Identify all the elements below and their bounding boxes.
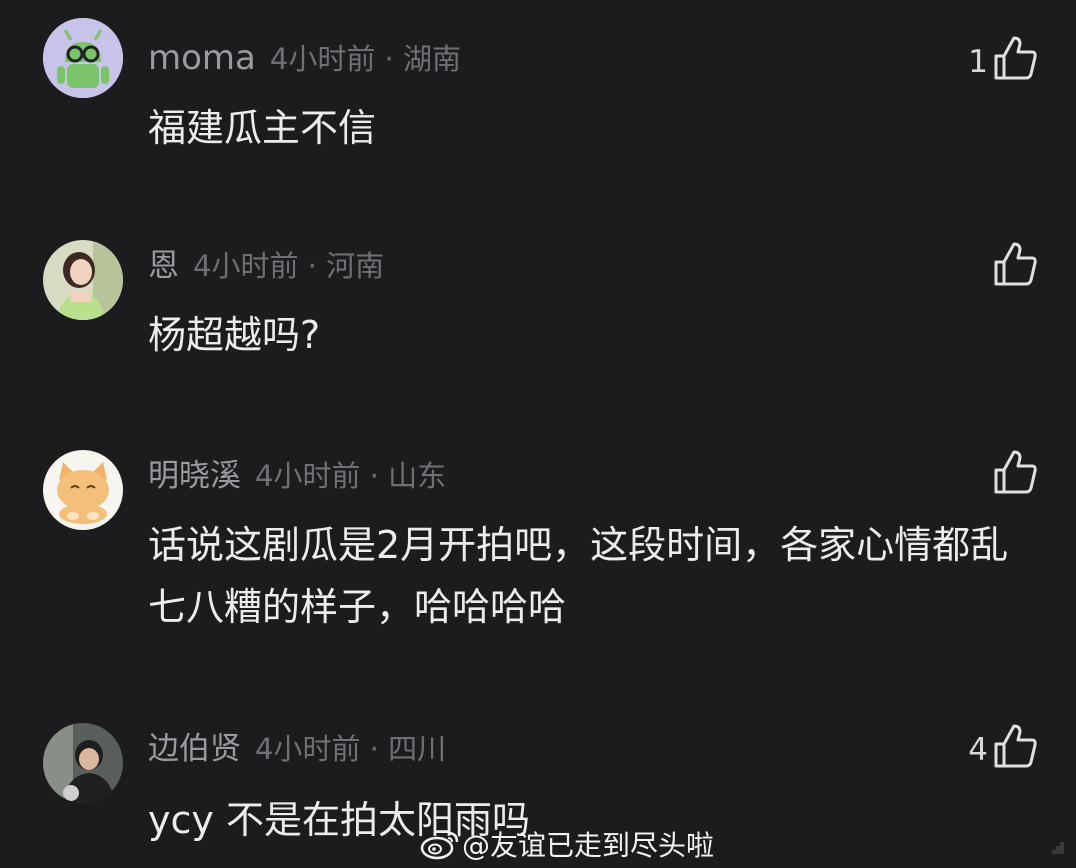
like-button[interactable]: 1 — [968, 34, 1038, 82]
time-location: 4小时前 · 湖南 — [269, 42, 461, 76]
username[interactable]: 恩 — [148, 248, 179, 284]
watermark-text: @友谊已走到尽头啦 — [462, 829, 715, 862]
time-location: 4小时前 · 河南 — [193, 249, 385, 283]
like-count: 4 — [968, 732, 988, 768]
thumbs-up-icon — [994, 724, 1037, 768]
comment-meta: moma 4小时前 · 湖南 — [148, 38, 461, 79]
thumbs-up-icon — [994, 242, 1037, 286]
like-button[interactable]: 4 — [968, 722, 1038, 770]
like-button[interactable] — [988, 448, 1038, 496]
time-location: 4小时前 · 四川 — [255, 732, 447, 766]
comment-meta: 明晓溪 4小时前 · 山东 — [148, 456, 446, 496]
cat-avatar[interactable] — [43, 450, 123, 530]
username[interactable]: moma — [148, 38, 256, 78]
like-button[interactable] — [988, 240, 1038, 288]
comment-text: 杨超越吗? — [148, 313, 321, 357]
time-location: 4小时前 · 山东 — [255, 459, 447, 493]
android-robot-glasses-avatar[interactable] — [43, 18, 123, 98]
comment-text: 福建瓜主不信 — [148, 106, 377, 150]
resize-corner-icon — [1042, 842, 1064, 854]
photo-girl-avatar[interactable] — [43, 240, 123, 320]
comment-text: 话说这剧瓜是2月开拍吧，这段时间，各家心情都乱七八糟的样子，哈哈哈哈 — [148, 523, 1009, 629]
thumbs-up-icon — [994, 450, 1037, 494]
photo-man-avatar[interactable] — [43, 723, 123, 803]
like-count: 1 — [968, 44, 988, 80]
thumbs-up-icon — [994, 36, 1037, 80]
comment-meta: 边伯贤 4小时前 · 四川 — [148, 729, 446, 769]
username[interactable]: 边伯贤 — [148, 731, 241, 767]
watermark: @友谊已走到尽头啦 — [420, 822, 714, 866]
comment-screen: { "comments": [ { "user": "moma", "meta"… — [0, 0, 1076, 868]
username[interactable]: 明晓溪 — [148, 458, 241, 494]
comment-meta: 恩 4小时前 · 河南 — [148, 246, 384, 286]
weibo-logo-icon — [420, 831, 459, 860]
